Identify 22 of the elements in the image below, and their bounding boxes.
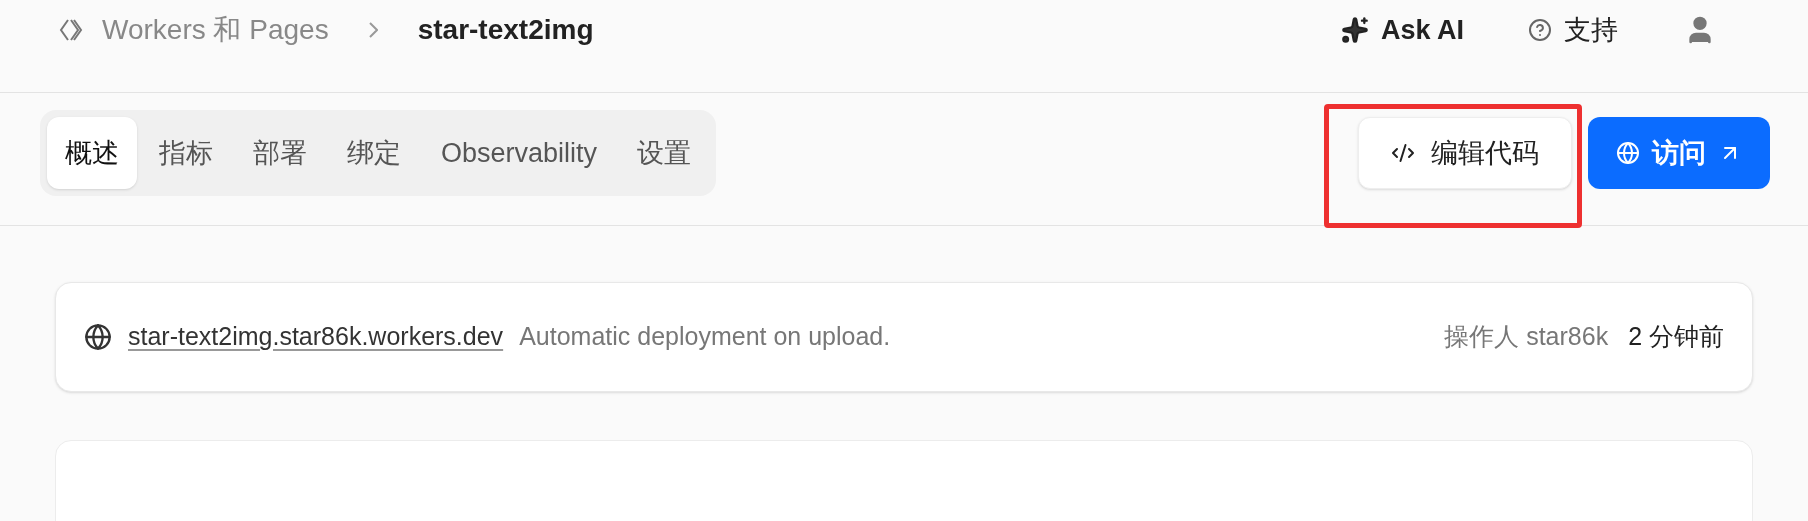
sparkle-icon: [1340, 16, 1369, 44]
support-button[interactable]: 支持: [1528, 9, 1618, 51]
page-title: star-text2img: [417, 13, 594, 47]
tab[interactable]: 概述: [47, 117, 137, 189]
chevron-icon: [368, 22, 378, 38]
ask-ai-button[interactable]: Ask AI: [1340, 9, 1464, 51]
visit-button[interactable]: 访问: [1588, 117, 1770, 189]
author-text: 操作人 star86k: [1444, 321, 1609, 353]
globe-icon: [1616, 141, 1640, 165]
help-icon: [1528, 18, 1552, 42]
edit-code-button[interactable]: 编辑代码: [1358, 117, 1572, 189]
tab[interactable]: 指标: [141, 117, 231, 189]
tab[interactable]: Observability: [423, 117, 616, 189]
breadcrumb-link[interactable]: Workers 和 Pages: [102, 9, 329, 51]
code-icon: [1391, 141, 1415, 165]
globe-icon: [84, 323, 112, 351]
tab[interactable]: 设置: [619, 117, 710, 189]
tab[interactable]: 绑定: [329, 117, 419, 189]
deployment-message: Automatic deployment on upload.: [519, 321, 891, 353]
tab[interactable]: 部署: [235, 117, 325, 189]
worker-url-link[interactable]: star-text2img.star86k.workers.dev: [128, 318, 504, 356]
timestamp: 2 分钟前: [1628, 321, 1724, 353]
